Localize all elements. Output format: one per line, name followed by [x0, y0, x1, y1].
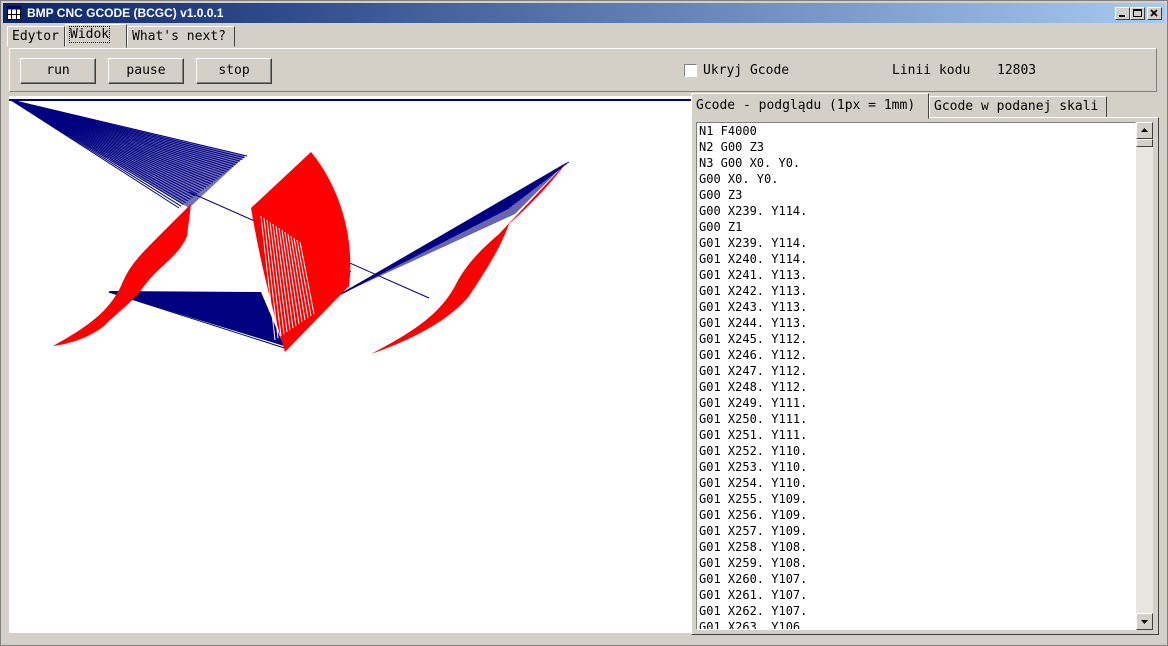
maximize-icon — [1133, 9, 1142, 17]
tab-gcode-preview[interactable]: Gcode - podglądu (1px = 1mm) — [691, 93, 929, 119]
minimize-button[interactable] — [1115, 7, 1130, 20]
window-title: BMP CNC GCODE (BCGC) v1.0.0.1 — [27, 6, 224, 20]
gcode-line[interactable]: G01 X239. Y114. — [697, 235, 1135, 251]
gcode-line[interactable]: G01 X245. Y112. — [697, 331, 1135, 347]
minimize-icon — [1119, 15, 1125, 17]
travel-fan — [341, 162, 567, 294]
toolbar: run pause stop Ukryj Gcode Linii kodu 12… — [9, 48, 1157, 92]
gcode-line[interactable]: N2 G00 Z3 — [697, 139, 1135, 155]
gcode-line[interactable]: G01 X249. Y111. — [697, 395, 1135, 411]
close-button[interactable] — [1147, 7, 1162, 20]
travel-fan — [11, 100, 245, 208]
gcode-line[interactable]: G01 X244. Y113. — [697, 315, 1135, 331]
tab-whats-next[interactable]: What's next? — [127, 26, 235, 47]
lines-count-label: Linii kodu — [892, 63, 971, 78]
gcode-line[interactable]: G00 X0. Y0. — [697, 171, 1135, 187]
gcode-scrollbar[interactable] — [1136, 122, 1153, 630]
gcode-line[interactable]: G01 X243. Y113. — [697, 299, 1135, 315]
maximize-button[interactable] — [1130, 7, 1145, 20]
gcode-line[interactable]: G01 X254. Y110. — [697, 475, 1135, 491]
gcode-line[interactable]: G01 X252. Y110. — [697, 443, 1135, 459]
gcode-line[interactable]: G01 X263. Y106. — [697, 619, 1135, 629]
cut-shape-left — [53, 204, 191, 346]
gcode-line[interactable]: N1 F4000 — [697, 123, 1135, 139]
tab-edytor-label: Edytor — [12, 29, 59, 44]
gcode-line[interactable]: G01 X259. Y108. — [697, 555, 1135, 571]
hide-gcode-checkbox[interactable] — [684, 64, 697, 77]
gcode-line[interactable]: G01 X242. Y113. — [697, 283, 1135, 299]
gcode-line[interactable]: G00 X239. Y114. — [697, 203, 1135, 219]
run-button[interactable]: run — [20, 58, 96, 84]
scroll-up-button[interactable] — [1136, 122, 1153, 139]
gcode-line[interactable]: G01 X251. Y111. — [697, 427, 1135, 443]
gcode-line[interactable]: G00 Z1 — [697, 219, 1135, 235]
gcode-line[interactable]: G01 X255. Y109. — [697, 491, 1135, 507]
arrow-up-icon — [1141, 128, 1148, 132]
stop-button[interactable]: stop — [196, 58, 272, 84]
tab-gcode-scaled[interactable]: Gcode w podanej skali — [929, 96, 1107, 118]
hide-gcode-label: Ukryj Gcode — [703, 63, 790, 78]
gcode-line[interactable]: N3 G00 X0. Y0. — [697, 155, 1135, 171]
gcode-listbox[interactable]: N1 F4000 N2 G00 Z3 N3 G00 X0. Y0. G00 X0. Y… — [696, 122, 1136, 630]
gcode-line[interactable]: G01 X240. Y114. — [697, 251, 1135, 267]
toolpath-drawing — [9, 99, 691, 354]
gcode-line[interactable]: G01 X253. Y110. — [697, 459, 1135, 475]
app-window: BMP CNC GCODE (BCGC) v1.0.0.1 Edytor Wid… — [0, 0, 1168, 646]
gcode-line[interactable]: G01 X247. Y112. — [697, 363, 1135, 379]
toolpath-preview[interactable] — [9, 96, 691, 633]
app-icon — [7, 6, 21, 20]
gcode-line[interactable]: G00 Z3 — [697, 187, 1135, 203]
gcode-line[interactable]: G01 X248. Y112. — [697, 379, 1135, 395]
tab-gcode-scaled-label: Gcode w podanej skali — [934, 99, 1099, 114]
gcode-line[interactable]: G01 X261. Y107. — [697, 587, 1135, 603]
gcode-line[interactable]: G01 X250. Y111. — [697, 411, 1135, 427]
tab-whats-next-label: What's next? — [132, 29, 226, 44]
title-bar[interactable]: BMP CNC GCODE (BCGC) v1.0.0.1 — [3, 3, 1165, 23]
gcode-line[interactable]: G01 X257. Y109. — [697, 523, 1135, 539]
tab-gcode-preview-label: Gcode - podglądu (1px = 1mm) — [696, 98, 916, 113]
gcode-line[interactable]: G01 X258. Y108. — [697, 539, 1135, 555]
gcode-line[interactable]: G01 X262. Y107. — [697, 603, 1135, 619]
tab-edytor[interactable]: Edytor — [7, 26, 65, 47]
tab-widok[interactable]: Widok — [65, 24, 127, 48]
gcode-line[interactable]: G01 X256. Y109. — [697, 507, 1135, 523]
gcode-panel: N1 F4000 N2 G00 Z3 N3 G00 X0. Y0. G00 X0. Y… — [691, 117, 1159, 635]
gcode-line[interactable]: G01 X260. Y107. — [697, 571, 1135, 587]
scroll-thumb[interactable] — [1136, 139, 1153, 147]
lines-count-value: 12803 — [997, 63, 1037, 78]
pause-button[interactable]: pause — [108, 58, 184, 84]
close-icon — [1150, 9, 1158, 17]
tab-widok-label: Widok — [68, 26, 111, 43]
gcode-line[interactable]: G01 X246. Y112. — [697, 347, 1135, 363]
gcode-line[interactable]: G01 X241. Y113. — [697, 267, 1135, 283]
scroll-down-button[interactable] — [1136, 613, 1153, 630]
arrow-down-icon — [1141, 620, 1148, 624]
